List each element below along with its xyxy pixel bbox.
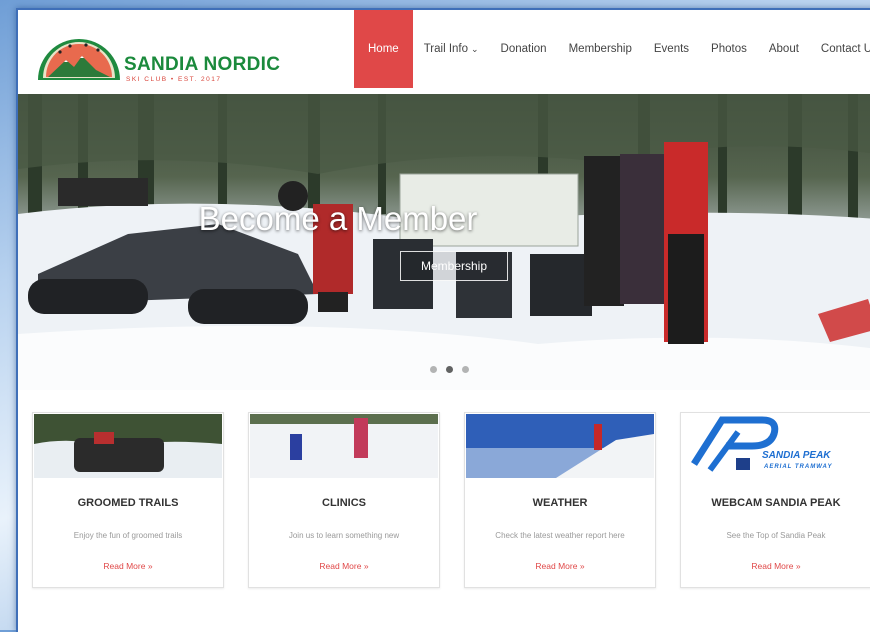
nav-contact-us[interactable]: Contact Us: [810, 10, 870, 88]
card-groomed-trails[interactable]: GROOMED TRAILS Enjoy the fun of groomed …: [32, 412, 224, 588]
card-description: Check the latest weather report here: [495, 531, 625, 540]
read-more-link[interactable]: Read More »: [33, 561, 223, 571]
nav-trail-info-label: Trail Info: [423, 43, 468, 55]
nav-photos[interactable]: Photos: [700, 10, 758, 88]
slider-dot-2[interactable]: [446, 366, 453, 373]
nav-about[interactable]: About: [758, 10, 810, 88]
card-weather[interactable]: WEATHER Check the latest weather report …: [464, 412, 656, 588]
sandia-peak-tramway-logo: SANDIA PEAK AERIAL TRAMWAY: [682, 414, 870, 478]
webcam-logo-line2: AERIAL TRAMWAY: [764, 464, 833, 470]
read-more-link[interactable]: Read More »: [681, 561, 870, 571]
nav-about-label: About: [768, 43, 799, 55]
card-description: Enjoy the fun of groomed trails: [73, 531, 183, 540]
card-title: WEBCAM SANDIA PEAK: [711, 497, 841, 509]
hero-membership-button[interactable]: Membership: [400, 251, 508, 281]
browser-page: SANDIA NORDIC SKI CLUB • EST. 2017 Home …: [16, 8, 870, 632]
nav-events-label: Events: [653, 43, 690, 55]
nav-home-label: Home: [368, 43, 399, 55]
weather-image: [466, 414, 654, 478]
hero-slider: Become a Member Membership: [18, 94, 870, 390]
slider-dot-1[interactable]: [430, 366, 437, 373]
card-clinics[interactable]: CLINICS Join us to learn something new R…: [248, 412, 440, 588]
card-description: See the Top of Sandia Peak: [726, 531, 826, 540]
site-logo[interactable]: SANDIA NORDIC SKI CLUB • EST. 2017: [36, 34, 280, 84]
brand-name: SANDIA NORDIC: [124, 54, 281, 75]
card-description: Join us to learn something new: [288, 531, 400, 540]
nav-membership[interactable]: Membership: [558, 10, 643, 88]
webcam-logo-line1: SANDIA PEAK: [762, 450, 831, 461]
read-more-link[interactable]: Read More »: [249, 561, 439, 571]
nav-photos-label: Photos: [711, 43, 747, 55]
card-title: CLINICS: [322, 497, 366, 509]
chevron-down-icon: ⌄: [471, 43, 479, 54]
nav-donation[interactable]: Donation: [490, 10, 558, 88]
card-title: WEATHER: [532, 497, 588, 509]
main-nav: Home Trail Info ⌄ Donation Membership Eve…: [354, 10, 870, 88]
nav-home[interactable]: Home: [354, 10, 413, 88]
read-more-link[interactable]: Read More »: [465, 561, 655, 571]
card-title: GROOMED TRAILS: [77, 497, 179, 509]
nav-events[interactable]: Events: [643, 10, 700, 88]
slider-dots: [430, 366, 469, 373]
nav-membership-label: Membership: [568, 43, 632, 55]
groomed-trails-image: [34, 414, 222, 478]
hero-photo: [18, 94, 870, 390]
slider-dot-3[interactable]: [462, 366, 469, 373]
nav-trail-info[interactable]: Trail Info ⌄: [413, 10, 490, 88]
site-header: SANDIA NORDIC SKI CLUB • EST. 2017 Home …: [18, 10, 870, 94]
hero-title: Become a Member: [198, 200, 478, 237]
brand-tagline: SKI CLUB • EST. 2017: [126, 76, 222, 83]
nav-donation-label: Donation: [500, 43, 547, 55]
watermelon-logo-icon: [38, 39, 120, 80]
card-webcam-sandia-peak[interactable]: SANDIA PEAK AERIAL TRAMWAY WEBCAM SANDIA…: [680, 412, 870, 588]
clinics-image: [250, 414, 438, 478]
nav-contact-us-label: Contact Us: [820, 43, 870, 55]
